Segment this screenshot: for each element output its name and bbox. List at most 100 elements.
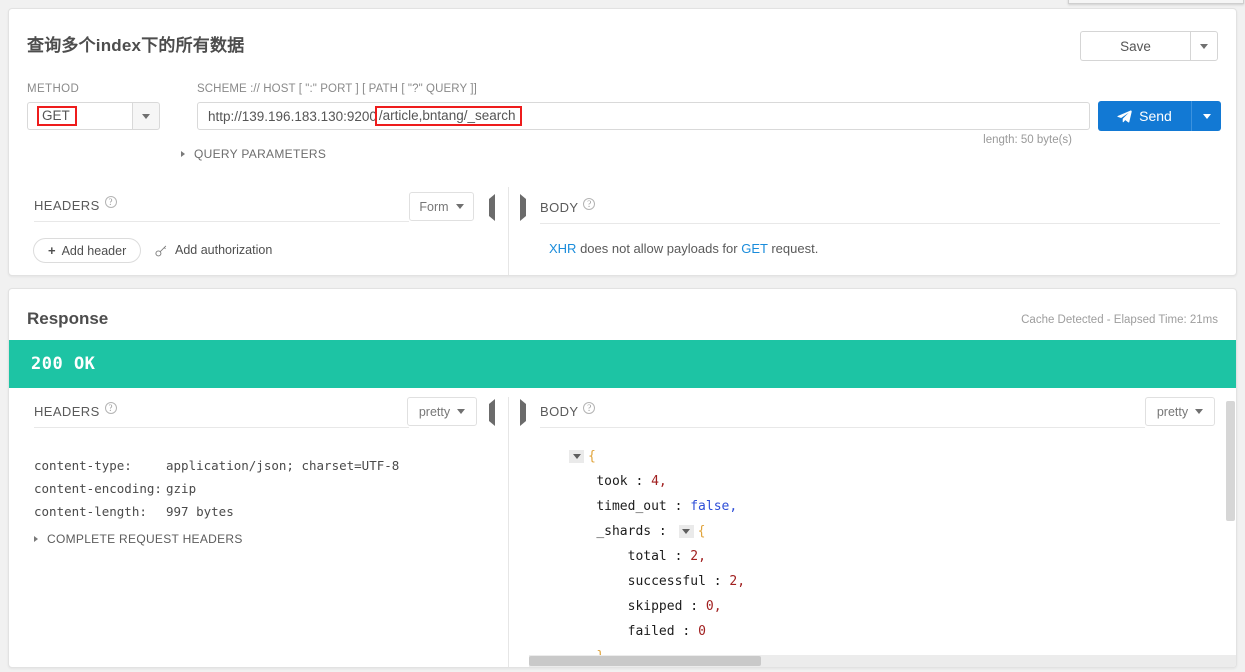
response-title: Response: [27, 309, 109, 328]
url-path-text: /article,bntang/_search: [374, 106, 522, 126]
json-value: 0: [698, 624, 706, 639]
chevron-down-icon: [1202, 113, 1211, 119]
chevron-right-icon: [34, 536, 38, 542]
request-headers-format-dropdown[interactable]: Form: [409, 192, 474, 221]
chevron-down-icon: [1200, 43, 1208, 49]
send-button[interactable]: Send: [1098, 101, 1191, 131]
method-value: GET: [37, 106, 77, 126]
response-header-row: content-encoding: gzip: [34, 477, 399, 500]
arrow-right-icon: [520, 194, 526, 221]
complete-request-headers-label: COMPLETE REQUEST HEADERS: [47, 532, 243, 546]
response-body-title: BODY ?: [540, 402, 596, 420]
chevron-down-icon: [455, 204, 464, 209]
save-button[interactable]: Save: [1080, 31, 1190, 61]
request-panel-divider: [508, 187, 509, 275]
complete-request-headers-toggle[interactable]: COMPLETE REQUEST HEADERS: [34, 532, 243, 546]
send-button-label: Send: [1139, 108, 1172, 124]
json-key: timed_out :: [596, 499, 691, 514]
response-header-row: content-type: application/json; charset=U…: [34, 454, 399, 477]
status-bar: 200 OK: [9, 340, 1236, 388]
chevron-down-icon: [457, 409, 466, 414]
json-collapse-toggle[interactable]: [678, 525, 694, 538]
chevron-down-icon: [682, 529, 691, 534]
get-link[interactable]: GET: [741, 241, 768, 256]
query-parameters-label: QUERY PARAMETERS: [194, 147, 327, 161]
collapse-left-button[interactable]: [489, 194, 495, 221]
method-dropdown-button[interactable]: [132, 102, 160, 130]
response-body-horizontal-scrollbar[interactable]: [529, 655, 1236, 667]
add-authorization-button[interactable]: Add authorization: [155, 243, 272, 257]
json-line: failed : 0: [565, 619, 745, 644]
response-body-format-dropdown[interactable]: pretty: [1145, 397, 1215, 426]
request-body-title: BODY ?: [540, 198, 596, 216]
request-headers-underline: [34, 221, 409, 222]
json-line: took : 4,: [565, 469, 745, 494]
url-host-text: http://139.196.183.130:9200: [208, 108, 377, 124]
expand-right-button[interactable]: [520, 399, 526, 426]
status-badge: 200 OK: [31, 354, 96, 374]
query-parameters-toggle[interactable]: QUERY PARAMETERS: [181, 147, 326, 161]
help-icon[interactable]: ?: [104, 196, 117, 208]
response-header-key: content-length:: [34, 504, 147, 519]
response-headers-title: HEADERS ?: [34, 402, 117, 420]
json-line: total : 2,: [565, 544, 745, 569]
response-header-row: content-length: 997 bytes: [34, 500, 399, 523]
json-key: took :: [596, 474, 652, 489]
json-line: _shards : {: [565, 519, 745, 544]
method-select-group: GET: [27, 102, 160, 130]
response-header-value: application/json; charset=UTF-8: [166, 458, 400, 473]
scrollbar-thumb[interactable]: [529, 656, 761, 666]
request-body-note: XHR does not allow payloads for GET requ…: [549, 241, 818, 256]
add-header-button[interactable]: + Add header: [33, 238, 142, 263]
json-key: total :: [627, 549, 691, 564]
body-note-suffix: request.: [767, 241, 819, 256]
response-panel: Response Cache Detected - Elapsed Time: …: [8, 288, 1237, 668]
app-root: 查询多个index下的所有数据 Save METHOD SCHEME :// H…: [0, 0, 1245, 672]
save-dropdown-button[interactable]: [1190, 31, 1218, 61]
help-icon[interactable]: ?: [583, 198, 596, 210]
method-select[interactable]: GET: [27, 102, 132, 130]
response-headers-format-value: pretty: [418, 404, 451, 419]
url-length-note: length: 50 byte(s): [983, 134, 1072, 146]
response-headers-format-dropdown[interactable]: pretty: [407, 397, 477, 426]
collapse-left-button[interactable]: [489, 399, 495, 426]
json-value: 4,: [651, 474, 667, 489]
response-body-json[interactable]: { took : 4, timed_out : false, _shards :…: [565, 444, 746, 667]
response-meta: Cache Detected - Elapsed Time: 21ms: [1021, 314, 1218, 326]
request-headers-label: HEADERS: [34, 197, 100, 213]
url-input[interactable]: http://139.196.183.130:9200/article,bnta…: [197, 102, 1090, 130]
response-body-vertical-scrollbar[interactable]: [1226, 401, 1235, 521]
help-icon[interactable]: ?: [104, 402, 117, 414]
add-header-label: Add header: [61, 243, 127, 258]
expand-right-button[interactable]: [520, 194, 526, 221]
chevron-down-icon: [1195, 409, 1204, 414]
window-tab-stub[interactable]: [1068, 0, 1244, 4]
send-button-group: Send: [1098, 101, 1221, 131]
request-body-underline: [540, 223, 1220, 224]
response-header-value: 997 bytes: [166, 504, 234, 519]
save-button-group: Save: [1080, 31, 1218, 61]
json-collapse-toggle[interactable]: [569, 450, 584, 463]
xhr-link[interactable]: XHR: [549, 241, 576, 256]
arrow-right-icon: [520, 399, 526, 426]
json-line: {: [565, 444, 745, 469]
plus-icon: +: [48, 243, 56, 258]
json-line: timed_out : false,: [565, 494, 745, 519]
response-header-key: content-type:: [34, 458, 132, 473]
response-headers-label: HEADERS: [34, 403, 100, 419]
chevron-down-icon: [572, 454, 581, 459]
page-title: 查询多个index下的所有数据: [27, 36, 245, 55]
json-key: skipped :: [627, 599, 706, 614]
response-header-key: content-encoding:: [34, 481, 162, 496]
help-icon[interactable]: ?: [583, 402, 596, 414]
method-label: METHOD: [27, 83, 80, 95]
json-value: 2,: [690, 549, 706, 564]
json-value: 2,: [729, 574, 746, 589]
chevron-right-icon: [181, 151, 185, 157]
send-dropdown-button[interactable]: [1191, 101, 1221, 131]
response-panel-divider: [508, 397, 509, 667]
json-line: skipped : 0,: [565, 594, 745, 619]
